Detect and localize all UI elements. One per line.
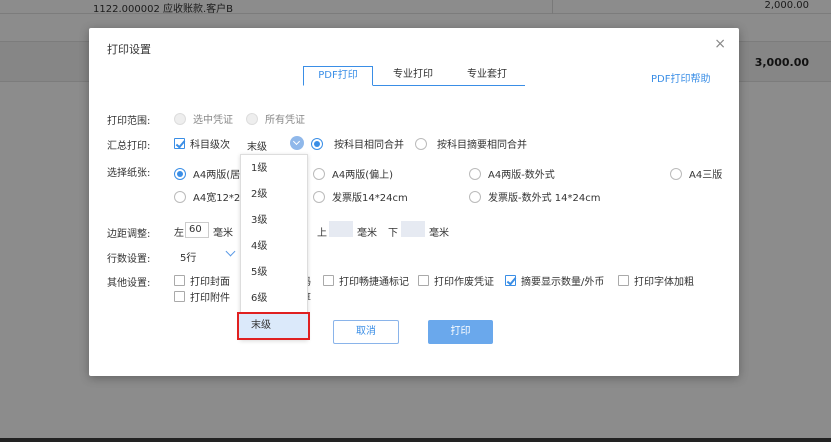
merge-same-subject-option[interactable]: 按科目相同合并	[311, 136, 404, 151]
margin-left-input[interactable]: 60	[185, 222, 209, 238]
dropdown-item-level-4[interactable]: 4级	[241, 236, 307, 258]
tab-pro-print[interactable]: 专业打印	[379, 66, 447, 86]
margin-label: 边距调整:	[107, 229, 151, 240]
range-all-option[interactable]: 所有凭证	[246, 111, 305, 126]
radio-icon	[246, 112, 258, 125]
margin-top-label: 上	[317, 228, 327, 239]
rows-setting-value[interactable]: 5行	[180, 249, 196, 264]
dropdown-item-level-6[interactable]: 6级	[241, 288, 307, 310]
radio-icon	[311, 137, 323, 150]
tab-pdf-print[interactable]: PDF打印	[303, 66, 373, 86]
print-settings-dialog: 打印设置 × PDF打印 专业打印 专业套打 PDF打印帮助 打印范围: 选中凭…	[89, 28, 739, 376]
radio-icon	[174, 112, 186, 125]
margin-top-unit: 毫米	[357, 228, 377, 239]
other-settings-label: 其他设置:	[107, 278, 151, 289]
cancel-button[interactable]: 取消	[333, 320, 399, 344]
radio-icon	[313, 190, 325, 203]
margin-left-label: 左	[174, 228, 184, 239]
bold-font-checkbox[interactable]: 打印字体加粗	[618, 273, 694, 288]
radio-icon	[174, 190, 186, 203]
checkbox-icon	[418, 275, 429, 286]
print-attachment-checkbox[interactable]: 打印附件	[174, 289, 230, 304]
radio-icon	[174, 167, 186, 180]
radio-icon	[469, 190, 481, 203]
print-void-voucher-checkbox[interactable]: 打印作废凭证	[418, 273, 494, 288]
margin-bottom-label: 下	[388, 228, 398, 239]
dropdown-item-level-2[interactable]: 2级	[241, 184, 307, 206]
dropdown-item-level-3[interactable]: 3级	[241, 210, 307, 232]
print-cover-checkbox[interactable]: 打印封面	[174, 273, 230, 288]
checkbox-icon	[174, 138, 185, 149]
dropdown-item-level-5[interactable]: 5级	[241, 262, 307, 284]
dialog-title: 打印设置	[107, 43, 151, 56]
checkbox-icon	[174, 275, 185, 286]
checkbox-icon	[505, 275, 516, 286]
print-range-label: 打印范围:	[107, 116, 151, 127]
checkbox-icon	[174, 291, 185, 302]
paper-a4-three[interactable]: A4三版	[670, 166, 722, 181]
print-button[interactable]: 打印	[428, 320, 493, 344]
margin-bottom-input[interactable]	[401, 221, 425, 237]
radio-icon	[313, 167, 325, 180]
chevron-down-icon[interactable]	[225, 246, 236, 257]
radio-icon	[415, 137, 427, 150]
paper-invoice-external[interactable]: 发票版-数外式 14*24cm	[469, 189, 600, 204]
paper-a4-two-external[interactable]: A4两版-数外式	[469, 166, 555, 181]
close-icon[interactable]: ×	[714, 36, 726, 52]
chevron-down-icon[interactable]	[290, 136, 304, 150]
tab-pro-overlay-print[interactable]: 专业套打	[453, 66, 521, 86]
margin-left-unit: 毫米	[213, 228, 233, 239]
paper-invoice[interactable]: 发票版14*24cm	[313, 189, 408, 204]
margin-bottom-unit: 毫米	[429, 228, 449, 239]
dropdown-item-level-1[interactable]: 1级	[241, 158, 307, 180]
subject-level-checkbox[interactable]: 科目级次	[174, 136, 230, 151]
pdf-print-help-link[interactable]: PDF打印帮助	[651, 70, 710, 85]
checkbox-icon	[323, 275, 334, 286]
paper-a4-two-top[interactable]: A4两版(偏上)	[313, 166, 393, 181]
paper-label: 选择纸张:	[107, 168, 151, 179]
summary-quantity-currency-checkbox[interactable]: 摘要显示数量/外币	[505, 273, 604, 288]
subject-level-dropdown: 1级 2级 3级 4级 5级 6级 末级	[237, 154, 310, 340]
range-selected-option[interactable]: 选中凭证	[174, 111, 233, 126]
rows-setting-label: 行数设置:	[107, 254, 151, 265]
print-chanjet-mark-checkbox[interactable]: 打印畅捷通标记	[323, 273, 409, 288]
subject-level-select-value[interactable]: 末级	[247, 138, 267, 153]
radio-icon	[469, 167, 481, 180]
checkbox-icon	[618, 275, 629, 286]
paper-a4-wide[interactable]: A4宽12*21	[174, 189, 247, 204]
merge-same-summary-option[interactable]: 按科目摘要相同合并	[415, 136, 527, 151]
print-tabs: PDF打印 专业打印 专业套打	[303, 66, 525, 86]
dropdown-item-last-level[interactable]: 末级	[237, 312, 310, 340]
margin-top-input[interactable]	[329, 221, 353, 237]
summary-print-label: 汇总打印:	[107, 141, 151, 152]
radio-icon	[670, 167, 682, 180]
